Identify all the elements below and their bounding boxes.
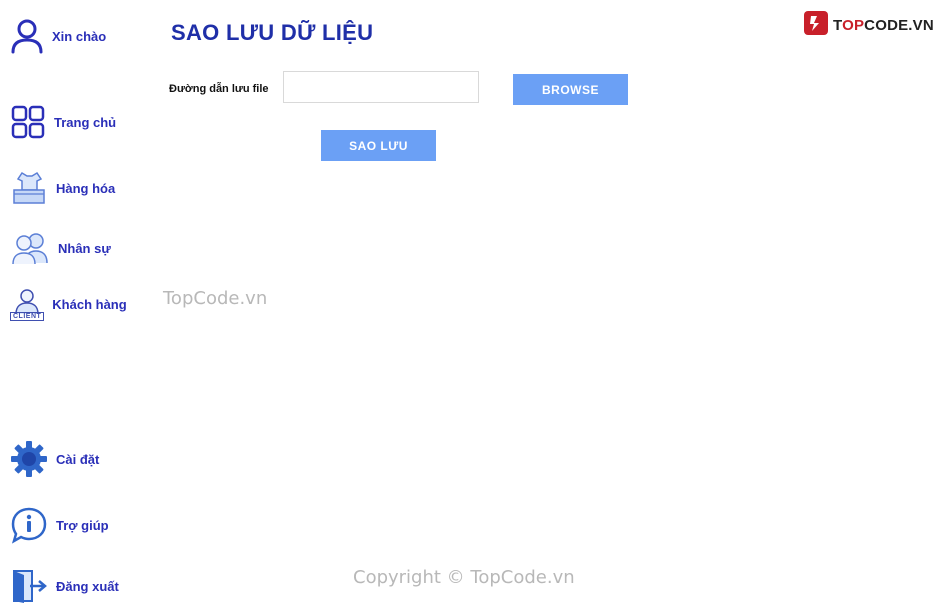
client-badge: CLIENT <box>10 312 45 321</box>
client-icon: CLIENT <box>10 288 45 321</box>
watermark: TopCode.vn <box>163 288 268 309</box>
user-greeting[interactable]: Xin chào <box>10 18 106 54</box>
logo-mark-icon <box>803 10 829 41</box>
sidebar-item-clients[interactable]: CLIENT Khách hàng <box>10 288 127 321</box>
logo-rest: CODE.VN <box>864 17 934 34</box>
sidebar-item-staff[interactable]: Nhân sự <box>10 230 111 266</box>
logo-accent: OP <box>842 17 865 34</box>
sidebar-item-label: Khách hàng <box>52 297 127 312</box>
sidebar-item-label: Trợ giúp <box>56 517 109 533</box>
greeting-label: Xin chào <box>52 28 107 44</box>
backup-button[interactable]: SAO LƯU <box>321 130 436 161</box>
grid-icon <box>10 104 46 140</box>
path-input[interactable] <box>283 71 479 103</box>
path-label: Đường dẫn lưu file <box>169 83 269 95</box>
sidebar-item-label: Trang chủ <box>54 114 117 130</box>
info-icon <box>10 506 48 544</box>
sidebar-item-logout[interactable]: Đăng xuất <box>10 568 119 604</box>
logout-door-icon <box>10 568 48 604</box>
sidebar-item-goods[interactable]: Hàng hóa <box>10 170 115 206</box>
logo-text: TOPCODE.VN <box>833 17 934 34</box>
sidebar-item-label: Nhân sự <box>58 240 111 256</box>
sidebar-item-settings[interactable]: Cài đặt <box>10 440 99 478</box>
sidebar-item-home[interactable]: Trang chủ <box>10 104 116 140</box>
gear-icon <box>10 440 48 478</box>
sidebar-item-help[interactable]: Trợ giúp <box>10 506 109 544</box>
page-title: SAO LƯU DỮ LIỆU <box>171 20 374 45</box>
brand-logo: TOPCODE.VN <box>803 10 934 41</box>
user-icon <box>10 18 44 54</box>
browse-button[interactable]: BROWSE <box>513 74 628 105</box>
sidebar-item-label: Đăng xuất <box>56 578 119 594</box>
logo-prefix: T <box>833 17 843 34</box>
copyright-watermark: Copyright © TopCode.vn <box>353 567 575 588</box>
staff-people-icon <box>10 230 50 266</box>
sidebar-item-label: Cài đặt <box>56 451 100 467</box>
goods-box-icon <box>10 170 48 206</box>
sidebar-item-label: Hàng hóa <box>56 180 116 196</box>
